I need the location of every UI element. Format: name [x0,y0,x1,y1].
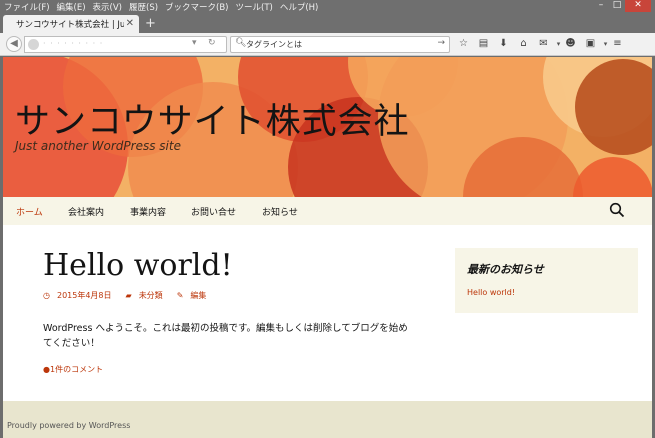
screenshot-icon[interactable]: ▣ [582,36,599,52]
home-icon[interactable]: ⌂ [515,36,532,52]
site-footer: Proudly powered by WordPress [3,401,652,438]
site-header: サンコウサイト株式会社 Just another WordPress site [3,57,652,197]
post-title[interactable]: Hello world! [43,248,233,283]
comment-icon: ● [43,365,50,374]
minimize-button[interactable]: – [593,0,609,12]
menu-view[interactable]: 表示(V) [93,1,122,13]
maximize-button[interactable]: □ [609,0,625,12]
pocket-icon[interactable]: ✉ [535,36,552,52]
search-icon: 🔍︎ [235,38,247,48]
post-category[interactable]: ▰ 未分類 [126,290,170,301]
menu-icon[interactable]: ≡ [609,36,626,52]
reading-list-icon[interactable]: ▤ [475,36,492,52]
widget-title: 最新のお知らせ [467,263,544,276]
clock-icon: ◷ [43,291,50,300]
search-bar[interactable]: 🔍︎ → [230,36,450,53]
tab-title: サンコウサイト株式会社 | Just a... [16,20,124,30]
chat-icon[interactable]: ☻ [562,36,579,52]
post-date[interactable]: ◷ 2015年4月8日 [43,290,119,301]
entry-meta: ◷ 2015年4月8日 ▰ 未分類 ✎ 編集 [43,290,220,301]
comments-link[interactable]: ●1件のコメント [43,364,103,375]
folder-icon: ▰ [125,291,132,300]
chevron-down-icon[interactable]: ▾ [602,36,609,52]
post-edit[interactable]: ✎ 編集 [177,290,214,301]
site-navigation: ホーム 会社案内 事業内容 お問い合せ お知らせ [3,197,652,225]
menu-edit[interactable]: 編集(E) [57,1,86,13]
dropdown-icon[interactable]: ▾ [192,38,197,48]
post-edit-text: 編集 [190,291,207,300]
back-arrow-icon: ◀ [10,38,18,49]
browser-tab[interactable]: サンコウサイト株式会社 | Just a... ✕ [3,15,139,33]
star-icon[interactable]: ☆ [455,36,472,52]
toolbar-icons: ☆ ▤ ⬇ ⌂ ✉ ▾ ☻ ▣ ▾ ≡ [455,36,629,52]
navigation-toolbar: ◀ · · · · · · · · · ▾ ↻ 🔍︎ → ☆ ▤ ⬇ ⌂ ✉ ▾… [0,33,655,56]
menu-help[interactable]: ヘルプ(H) [280,1,319,13]
menu-tools[interactable]: ツール(T) [236,1,273,13]
download-icon[interactable]: ⬇ [495,36,512,52]
widget-link[interactable]: Hello world! [467,288,515,297]
menu-file[interactable]: ファイル(F) [4,1,50,13]
url-bar[interactable]: · · · · · · · · · ▾ ↻ [24,36,227,53]
menu-bookmarks[interactable]: ブックマーク(B) [165,1,228,13]
url-text: · · · · · · · · · [43,39,104,48]
chevron-down-icon[interactable]: ▾ [555,36,562,52]
tab-strip: サンコウサイト株式会社 | Just a... ✕ + [0,14,655,33]
reload-icon[interactable]: ↻ [208,38,216,48]
page-viewport: サンコウサイト株式会社 Just another WordPress site … [3,57,652,438]
menu-bar: ファイル(F) 編集(E) 表示(V) 履歴(S) ブックマーク(B) ツール(… [0,0,655,14]
post-date-text: 2015年4月8日 [56,291,112,300]
search-icon[interactable] [609,202,625,218]
search-input[interactable] [246,38,431,51]
comments-link-text: 1件のコメント [49,365,104,374]
footer-credit[interactable]: Proudly powered by WordPress [7,421,130,430]
post-category-text: 未分類 [138,291,163,300]
nav-item-news[interactable]: お知らせ [262,205,298,218]
site-title[interactable]: サンコウサイト株式会社 [15,93,410,144]
globe-icon [28,39,39,50]
nav-item-business[interactable]: 事業内容 [130,205,166,218]
search-go-icon[interactable]: → [437,38,445,48]
pencil-icon: ✎ [176,291,184,300]
site-description: Just another WordPress site [15,139,181,153]
recent-posts-widget: 最新のお知らせ Hello world! [455,248,638,313]
back-button[interactable]: ◀ [6,36,22,52]
tab-close-icon[interactable]: ✕ [126,18,134,29]
close-window-button[interactable]: ✕ [625,0,651,12]
new-tab-button[interactable]: + [145,16,156,31]
window-controls: – □ ✕ [593,0,651,12]
nav-item-home[interactable]: ホーム [16,205,43,218]
nav-item-company[interactable]: 会社案内 [68,205,104,218]
nav-item-contact[interactable]: お問い合せ [191,205,236,218]
menu-history[interactable]: 履歴(S) [129,1,158,13]
post-content: WordPress へようこそ。これは最初の投稿です。編集もしくは削除してブログ… [43,323,408,349]
